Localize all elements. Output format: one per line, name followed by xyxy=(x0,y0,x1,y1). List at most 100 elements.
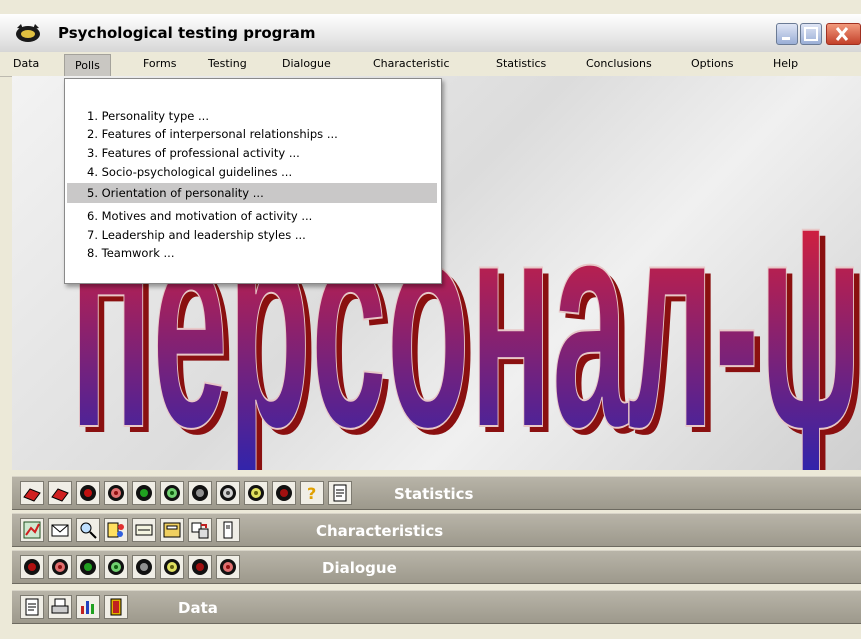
menu-testing[interactable]: Testing xyxy=(208,57,247,70)
dialogue-label: Dialogue xyxy=(322,559,397,577)
print-preview-button[interactable] xyxy=(48,481,72,505)
dial-icon xyxy=(220,485,236,501)
dial-icon xyxy=(276,485,292,501)
poll-item-1[interactable]: 1. Personality type ... xyxy=(87,109,209,123)
close-icon xyxy=(835,27,849,41)
poll-item-8[interactable]: 8. Teamwork ... xyxy=(87,246,174,260)
characteristics-label: Characteristics xyxy=(316,522,444,540)
menu-dialogue[interactable]: Dialogue xyxy=(282,57,331,70)
stat-button-8[interactable] xyxy=(272,481,296,505)
transfer-icon xyxy=(191,522,209,539)
dialogue-toolbar: Dialogue xyxy=(12,550,861,584)
menu-data[interactable]: Data xyxy=(13,57,39,70)
magnify-icon xyxy=(80,522,97,539)
menu-polls[interactable]: Polls xyxy=(64,54,111,78)
folder-icon xyxy=(163,522,181,538)
maximize-button[interactable] xyxy=(800,23,822,45)
dial-icon xyxy=(80,485,96,501)
dialogue-button-3[interactable] xyxy=(76,555,100,579)
paint-icon xyxy=(107,522,124,538)
app-logo-icon xyxy=(16,24,40,42)
report-button[interactable] xyxy=(328,481,352,505)
stat-button-4[interactable] xyxy=(160,481,184,505)
menu-help[interactable]: Help xyxy=(773,57,798,70)
document-icon xyxy=(333,484,347,502)
dial-icon xyxy=(108,559,124,575)
stat-button-1[interactable] xyxy=(76,481,100,505)
document-icon xyxy=(25,598,39,616)
stat-button-5[interactable] xyxy=(188,481,212,505)
card-button[interactable] xyxy=(132,518,156,542)
dialogue-button-5[interactable] xyxy=(132,555,156,579)
poll-item-2[interactable]: 2. Features of interpersonal relationshi… xyxy=(87,127,338,141)
mail-button[interactable] xyxy=(48,518,72,542)
chart-icon xyxy=(23,521,41,539)
dial-icon xyxy=(80,559,96,575)
dial-icon xyxy=(108,485,124,501)
chart-button[interactable] xyxy=(20,518,44,542)
card-icon xyxy=(135,524,153,536)
dial-icon xyxy=(192,559,208,575)
poll-item-6[interactable]: 6. Motives and motivation of activity ..… xyxy=(87,209,312,223)
stat-button-7[interactable] xyxy=(244,481,268,505)
menu-characteristic[interactable]: Characteristic xyxy=(373,57,450,70)
maximize-icon xyxy=(804,27,818,41)
bar-chart-icon xyxy=(81,601,94,614)
search-button[interactable] xyxy=(76,518,100,542)
status-bar xyxy=(0,628,861,639)
dial-icon xyxy=(164,485,180,501)
dial-icon xyxy=(248,485,264,501)
print-data-button[interactable] xyxy=(48,595,72,619)
statistics-label: Statistics xyxy=(394,485,474,503)
dialogue-button-4[interactable] xyxy=(104,555,128,579)
svg-text:?: ? xyxy=(307,484,316,503)
dialogue-button-6[interactable] xyxy=(160,555,184,579)
device-button[interactable] xyxy=(216,518,240,542)
dialogue-button-2[interactable] xyxy=(48,555,72,579)
menu-statistics[interactable]: Statistics xyxy=(496,57,546,70)
poll-item-7[interactable]: 7. Leadership and leadership styles ... xyxy=(87,228,306,242)
printer-icon xyxy=(51,598,69,614)
minimize-button[interactable] xyxy=(776,23,798,45)
menu-conclusions[interactable]: Conclusions xyxy=(586,57,652,70)
paint-button[interactable] xyxy=(104,518,128,542)
dial-icon xyxy=(52,559,68,575)
poll-item-5[interactable]: 5. Orientation of personality ... xyxy=(87,186,264,200)
dialogue-button-8[interactable] xyxy=(216,555,240,579)
data-label: Data xyxy=(178,599,218,617)
exit-button[interactable] xyxy=(104,595,128,619)
bar-chart-button[interactable] xyxy=(76,595,100,619)
door-icon xyxy=(110,598,122,616)
data-toolbar: Data xyxy=(12,590,861,624)
device-icon xyxy=(223,521,233,539)
window-title: Psychological testing program xyxy=(58,24,316,42)
dial-icon xyxy=(164,559,180,575)
dialogue-button-1[interactable] xyxy=(20,555,44,579)
dial-icon xyxy=(136,485,152,501)
menu-forms[interactable]: Forms xyxy=(143,57,176,70)
stat-button-2[interactable] xyxy=(104,481,128,505)
menu-options[interactable]: Options xyxy=(691,57,733,70)
dial-icon xyxy=(220,559,236,575)
stat-button-6[interactable] xyxy=(216,481,240,505)
app-window: Psychological testing program Data Polls… xyxy=(0,0,861,639)
poll-item-3[interactable]: 3. Features of professional activity ... xyxy=(87,146,300,160)
printer-icon xyxy=(23,488,41,502)
close-button[interactable] xyxy=(826,23,861,45)
help-button[interactable]: ? xyxy=(300,481,324,505)
help-icon: ? xyxy=(307,484,316,503)
print-button[interactable] xyxy=(20,481,44,505)
poll-item-4[interactable]: 4. Socio-psychological guidelines ... xyxy=(87,165,292,179)
new-document-button[interactable] xyxy=(20,595,44,619)
statistics-toolbar: ? Statistics xyxy=(12,476,861,510)
characteristics-toolbar: Characteristics xyxy=(12,513,861,547)
minimize-icon xyxy=(782,37,790,40)
dial-icon xyxy=(136,559,152,575)
folder-button[interactable] xyxy=(160,518,184,542)
polls-dropdown-menu: 1. Personality type ... 2. Features of i… xyxy=(64,78,442,284)
transfer-button[interactable] xyxy=(188,518,212,542)
stat-button-3[interactable] xyxy=(132,481,156,505)
dialogue-button-7[interactable] xyxy=(188,555,212,579)
dial-icon xyxy=(192,485,208,501)
dial-icon xyxy=(24,559,40,575)
